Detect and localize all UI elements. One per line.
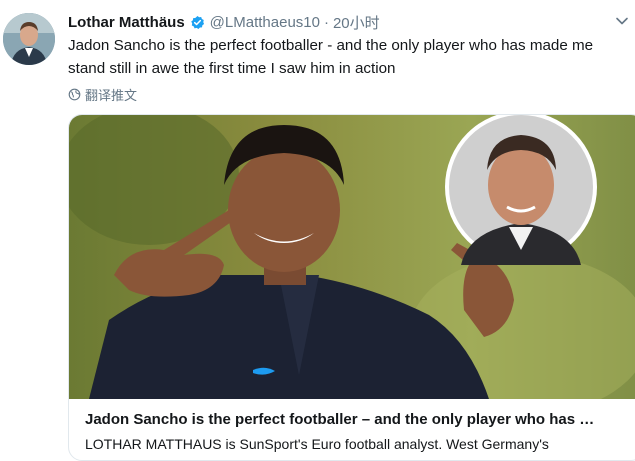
- author-name[interactable]: Lothar Matthäus: [68, 14, 185, 31]
- chevron-down-icon[interactable]: [615, 14, 629, 28]
- avatar-image: [3, 13, 55, 65]
- verified-badge-icon: [190, 15, 205, 30]
- tweet-text: Jadon Sancho is the perfect footballer -…: [68, 37, 594, 77]
- author-handle[interactable]: @LMatthaeus10: [210, 14, 320, 31]
- link-preview-card[interactable]: Jadon Sancho is the perfect footballer –…: [68, 114, 635, 461]
- card-description: LOTHAR MATTHAUS is SunSport's Euro footb…: [85, 436, 549, 452]
- author-avatar[interactable]: [3, 13, 55, 65]
- card-title[interactable]: Jadon Sancho is the perfect footballer –…: [85, 411, 594, 428]
- tweet-header: Lothar Matthäus @LMatthaeus10 · 20小时: [68, 11, 635, 33]
- translate-label: 翻译推文: [85, 88, 138, 103]
- translate-tweet-link[interactable]: 翻译推文: [68, 85, 137, 104]
- globe-icon: [68, 88, 81, 101]
- card-photo: [69, 115, 635, 399]
- separator-dot: ·: [323, 13, 329, 31]
- tweet-timestamp[interactable]: 20小时: [333, 12, 380, 33]
